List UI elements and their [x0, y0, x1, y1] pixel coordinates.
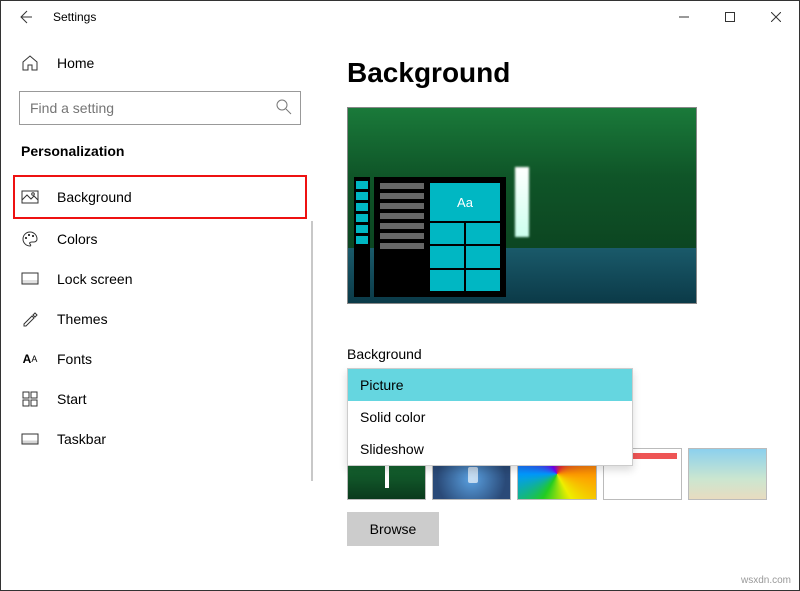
background-dropdown[interactable]: Picture Solid color Slideshow	[347, 368, 633, 466]
main-panel: Background Aa Background Picture	[319, 33, 799, 590]
background-dropdown-label: Background	[347, 346, 771, 362]
sidebar: Home Personalization Background Colors	[1, 33, 319, 590]
sidebar-item-label: Colors	[57, 231, 97, 247]
themes-icon	[21, 310, 39, 328]
desktop-preview: Aa	[347, 107, 697, 304]
dropdown-option-picture[interactable]: Picture	[348, 369, 632, 401]
home-icon	[21, 54, 39, 72]
preview-sample-tile: Aa	[430, 183, 500, 221]
minimize-button[interactable]	[661, 1, 707, 33]
maximize-button[interactable]	[707, 1, 753, 33]
page-title: Background	[347, 57, 771, 89]
window-body: Home Personalization Background Colors	[1, 33, 799, 590]
titlebar: Settings	[1, 1, 799, 33]
sidebar-item-themes[interactable]: Themes	[1, 299, 319, 339]
start-icon	[21, 390, 39, 408]
window-controls	[661, 1, 799, 33]
sidebar-item-fonts[interactable]: AA Fonts	[1, 339, 319, 379]
settings-window: Settings Home Perso	[0, 0, 800, 591]
section-title: Personalization	[1, 139, 319, 175]
search-input[interactable]	[19, 91, 301, 125]
sidebar-item-lock-screen[interactable]: Lock screen	[1, 259, 319, 299]
palette-icon	[21, 230, 39, 248]
dropdown-option-solid-color[interactable]: Solid color	[348, 401, 632, 433]
sidebar-item-label: Themes	[57, 311, 108, 327]
browse-button[interactable]: Browse	[347, 512, 439, 546]
sidebar-item-background[interactable]: Background	[13, 175, 307, 219]
watermark: wsxdn.com	[741, 575, 791, 586]
lockscreen-icon	[21, 270, 39, 288]
sidebar-item-label: Fonts	[57, 351, 92, 367]
home-label: Home	[57, 55, 94, 71]
dropdown-option-slideshow[interactable]: Slideshow	[348, 433, 632, 465]
minimize-icon	[679, 12, 689, 22]
picture-icon	[21, 188, 39, 206]
preview-ui-mock: Aa	[354, 177, 506, 297]
arrow-left-icon	[17, 9, 33, 25]
search-container	[19, 91, 301, 125]
image-thumb[interactable]	[688, 448, 767, 500]
close-icon	[771, 12, 781, 22]
back-button[interactable]	[15, 1, 35, 33]
fonts-icon: AA	[21, 350, 39, 368]
maximize-icon	[725, 12, 735, 22]
sidebar-item-taskbar[interactable]: Taskbar	[1, 419, 319, 459]
sidebar-item-label: Start	[57, 391, 87, 407]
home-nav[interactable]: Home	[1, 43, 319, 83]
sidebar-item-label: Lock screen	[57, 271, 132, 287]
sidebar-item-start[interactable]: Start	[1, 379, 319, 419]
preview-taskbar	[354, 177, 370, 297]
sidebar-item-label: Background	[57, 189, 132, 205]
preview-startmenu: Aa	[374, 177, 506, 297]
window-title: Settings	[53, 10, 96, 24]
taskbar-icon	[21, 430, 39, 448]
sidebar-item-colors[interactable]: Colors	[1, 219, 319, 259]
sidebar-scrollbar[interactable]	[311, 221, 313, 481]
search-icon	[275, 98, 293, 119]
close-button[interactable]	[753, 1, 799, 33]
sidebar-item-label: Taskbar	[57, 431, 106, 447]
